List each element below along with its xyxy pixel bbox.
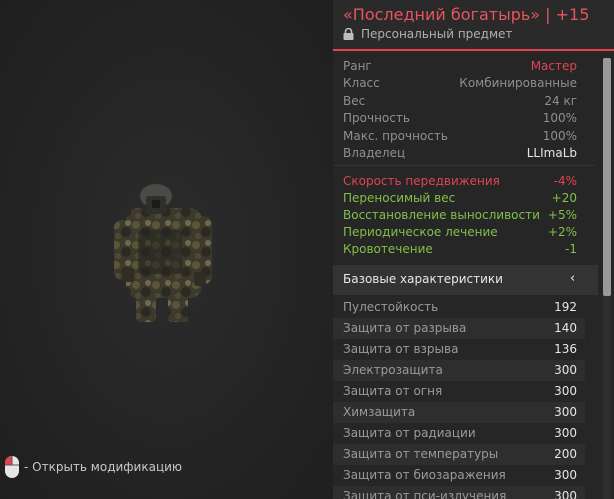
info-row-value: Мастер [530, 59, 577, 73]
stat-row-label: Химзащита [343, 405, 416, 419]
stat-row-value: 300 [554, 489, 577, 499]
stat-row: Защита от пси-излучения 300 [333, 486, 585, 499]
stat-row: Защита от температуры 200 [333, 444, 585, 465]
scrollbar[interactable] [603, 58, 611, 499]
lock-icon [343, 28, 354, 40]
stat-row-value: 300 [554, 405, 577, 419]
info-row-value: Комбинированные [459, 76, 577, 91]
personal-item-label: Персональный предмет [343, 27, 512, 41]
stat-row: Пулестойкость 192 [333, 297, 585, 318]
stat-row: Защита от биозаражения 300 [333, 465, 585, 486]
effect-row: Скорость передвижения -4% [333, 173, 585, 190]
stat-row-value: 300 [554, 384, 577, 398]
effect-row-value: +5% [547, 208, 577, 222]
exoskeleton-armor-model[interactable] [112, 180, 216, 325]
info-row-value: 100% [542, 128, 577, 143]
divider [333, 165, 595, 166]
chevron-left-icon[interactable]: ‹ [570, 271, 575, 286]
stat-row-label: Защита от биозаражения [343, 468, 506, 482]
stat-row: Защита от взрыва 136 [333, 339, 585, 360]
info-row-label: Вес [343, 93, 366, 108]
stat-row-label: Защита от радиации [343, 426, 476, 440]
effect-row-value: -1 [565, 242, 577, 256]
effect-row-label: Переносимый вес [343, 191, 456, 205]
stat-row: Защита от радиации 300 [333, 423, 585, 444]
info-row-value: 24 кг [544, 93, 577, 108]
hint-text: - Открыть модификацию [24, 460, 183, 474]
info-row-label: Ранг [343, 59, 372, 73]
item-preview-viewport[interactable]: - Открыть модификацию [0, 0, 333, 499]
effect-row: Кровотечение -1 [333, 241, 585, 258]
info-row: Вес 24 кг [333, 93, 585, 110]
info-row: Макс. прочность 100% [333, 128, 585, 145]
info-row-label: Макс. прочность [343, 128, 448, 143]
stat-row-label: Защита от температуры [343, 447, 499, 461]
effect-row-label: Скорость передвижения [343, 174, 500, 188]
stat-row: Химзащита 300 [333, 402, 585, 423]
effect-row-label: Периодическое лечение [343, 225, 498, 239]
info-row: Класс Комбинированные [333, 75, 585, 92]
stat-row-label: Электрозащита [343, 363, 443, 377]
stat-row-value: 300 [554, 363, 577, 377]
item-title: «Последний богатырь» | +15 [343, 5, 590, 24]
item-info-panel: «Последний богатырь» | +15 Персональный … [333, 0, 614, 499]
stat-row-value: 200 [554, 447, 577, 461]
stat-row-label: Защита от взрыва [343, 342, 459, 356]
effect-row: Переносимый вес +20 [333, 190, 585, 207]
mouse-left-click-icon [5, 456, 19, 478]
info-row-value: 100% [542, 111, 577, 126]
effect-row-value: +2% [547, 225, 577, 239]
stat-row: Электрозащита 300 [333, 360, 585, 381]
effect-row-value: -4% [553, 174, 577, 188]
section-title: Базовые характеристики [343, 272, 503, 286]
stat-row-value: 300 [554, 426, 577, 440]
stat-row-value: 300 [554, 468, 577, 482]
item-header: «Последний богатырь» | +15 Персональный … [333, 0, 614, 51]
effect-row-label: Кровотечение [343, 242, 433, 256]
info-row-label: Владелец [343, 146, 406, 160]
effect-row-value: +20 [551, 191, 577, 205]
stat-row-label: Защита от разрыва [343, 321, 467, 335]
open-modification-hint: - Открыть модификацию [4, 455, 182, 479]
stat-row: Защита от разрыва 140 [333, 318, 585, 339]
effect-row: Восстановление выносливости +5% [333, 207, 585, 224]
stat-row: Защита от огня 300 [333, 381, 585, 402]
scrollbar-thumb[interactable] [603, 58, 611, 296]
stat-row-value: 136 [554, 342, 577, 356]
effect-row-label: Восстановление выносливости [343, 208, 540, 222]
info-row: Ранг Мастер [333, 58, 585, 75]
info-row: Владелец LLImaLb [333, 145, 585, 162]
info-row-label: Класс [343, 76, 380, 91]
base-characteristics-header[interactable]: Базовые характеристики ‹ [333, 265, 598, 295]
info-row-value: LLImaLb [526, 146, 577, 160]
stat-row-label: Пулестойкость [343, 300, 439, 314]
stat-row-label: Защита от пси-излучения [343, 489, 507, 499]
stat-row-value: 140 [554, 321, 577, 335]
info-row-label: Прочность [343, 111, 410, 126]
effect-row: Периодическое лечение +2% [333, 224, 585, 241]
stat-row-label: Защита от огня [343, 384, 443, 398]
info-row: Прочность 100% [333, 110, 585, 127]
personal-item-text: Персональный предмет [361, 27, 513, 41]
stat-row-value: 192 [554, 300, 577, 314]
